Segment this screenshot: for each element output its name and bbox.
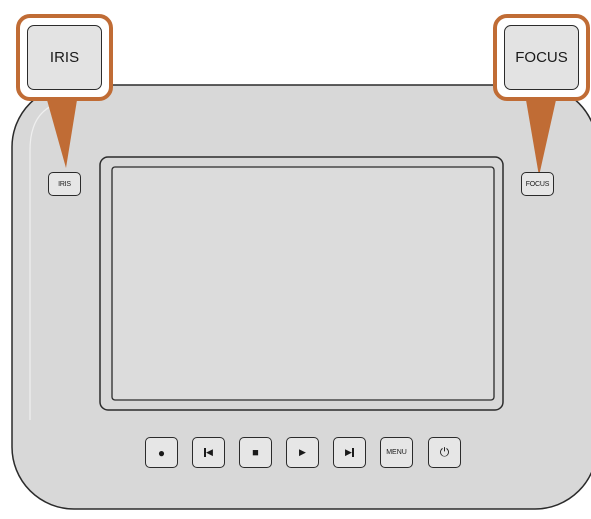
lcd-screen: [111, 166, 495, 401]
skip-forward-button[interactable]: ▶: [333, 437, 366, 468]
focus-button[interactable]: FOCUS: [521, 172, 554, 196]
power-button[interactable]: ⏻: [428, 437, 461, 468]
power-icon: ⏻: [439, 445, 450, 459]
skip-back-button[interactable]: ◀: [192, 437, 225, 468]
skip-forward-icon: ▶: [345, 447, 354, 457]
focus-callout-button: FOCUS: [504, 25, 579, 90]
iris-button[interactable]: IRIS: [48, 172, 81, 196]
menu-button[interactable]: MENU: [380, 437, 413, 468]
iris-callout-label: IRIS: [49, 49, 80, 66]
stop-button[interactable]: ■: [239, 437, 272, 468]
menu-button-label: MENU: [386, 449, 407, 456]
camera-device-diagram: IRIS FOCUS IRIS FOCUS ● ◀ ■ ▶ ▶ MENU ⏻: [0, 0, 591, 519]
focus-button-label: FOCUS: [525, 180, 550, 188]
focus-callout-label: FOCUS: [515, 49, 568, 66]
iris-button-label: IRIS: [58, 180, 71, 188]
play-icon: ▶: [299, 447, 306, 457]
record-button[interactable]: ●: [145, 437, 178, 468]
iris-callout-button: IRIS: [27, 25, 102, 90]
focus-callout: FOCUS: [493, 14, 590, 101]
skip-back-icon: ◀: [204, 447, 213, 457]
play-button[interactable]: ▶: [286, 437, 319, 468]
iris-callout: IRIS: [16, 14, 113, 101]
record-icon: ●: [157, 445, 166, 460]
stop-icon: ■: [252, 446, 259, 459]
